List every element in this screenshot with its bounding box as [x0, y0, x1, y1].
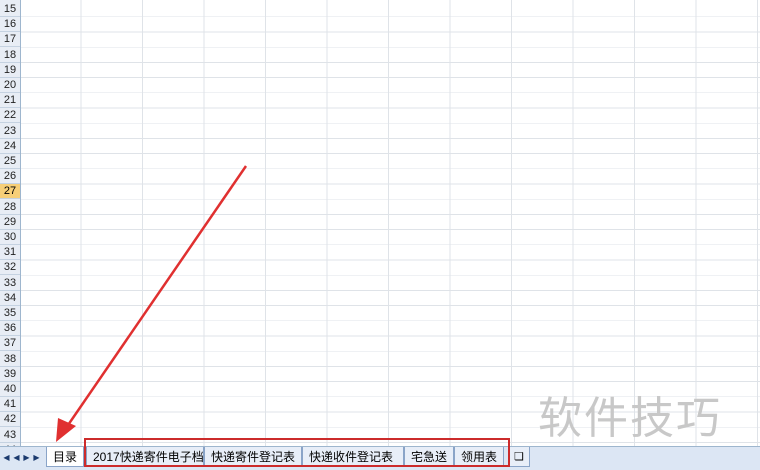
row-header[interactable]: 23: [0, 124, 20, 139]
row-header[interactable]: 35: [0, 306, 20, 321]
prev-sheet-icon[interactable]: ◀: [12, 452, 21, 463]
row-header[interactable]: 18: [0, 48, 20, 63]
sheet-tab-requisition[interactable]: 领用表: [454, 447, 504, 467]
sheet-tab-catalog[interactable]: 目录: [46, 447, 84, 467]
row-header[interactable]: 40: [0, 382, 20, 397]
watermark-text: 软件技巧: [538, 393, 722, 444]
row-header[interactable]: 33: [0, 276, 20, 291]
row-header[interactable]: 31: [0, 245, 20, 261]
row-header[interactable]: 39: [0, 367, 20, 382]
row-header[interactable]: 16: [0, 17, 20, 33]
worksheet-grid[interactable]: [0, 0, 760, 446]
sheet-tab-send-register[interactable]: 快递寄件登记表: [204, 447, 302, 467]
sheet-tab-receive-register[interactable]: 快递收件登记表: [302, 447, 404, 467]
row-header[interactable]: 26: [0, 169, 20, 185]
row-header[interactable]: 20: [0, 78, 20, 93]
row-header[interactable]: 41: [0, 397, 20, 413]
row-header[interactable]: 38: [0, 352, 20, 367]
row-header[interactable]: 15: [0, 2, 20, 17]
first-sheet-icon[interactable]: ◀: [2, 452, 11, 463]
row-header[interactable]: 19: [0, 63, 20, 78]
sheet-tab-zjs[interactable]: 宅急送: [404, 447, 454, 467]
row-headers: 15 16 17 18 19 20 21 22 23 24 25 26 27 28 29 30 31 32 33 34…: [0, 0, 21, 458]
sheet-tab-2017-express-archive[interactable]: 2017快递寄件电子档: [86, 447, 204, 467]
row-header[interactable]: 36: [0, 321, 20, 337]
row-header[interactable]: 24: [0, 139, 20, 154]
row-header[interactable]: 34: [0, 291, 20, 306]
row-header[interactable]: 22: [0, 108, 20, 124]
row-header[interactable]: 30: [0, 230, 20, 245]
row-header[interactable]: 43: [0, 428, 20, 443]
row-header[interactable]: 29: [0, 215, 20, 230]
sheet-tab-bar: ◀ ◀ ▶ ▶ 目录 2017快递寄件电子档 快递寄件登记表 快递收件登记表 宅…: [0, 446, 760, 470]
row-header[interactable]: 37: [0, 336, 20, 352]
row-header[interactable]: 17: [0, 32, 20, 48]
row-header[interactable]: 32: [0, 260, 20, 276]
row-header[interactable]: 42: [0, 412, 20, 428]
row-header[interactable]: 25: [0, 154, 20, 169]
next-sheet-icon[interactable]: ▶: [22, 452, 31, 463]
row-header[interactable]: 28: [0, 200, 20, 215]
row-header[interactable]: 27: [0, 184, 20, 200]
last-sheet-icon[interactable]: ▶: [32, 452, 41, 463]
new-sheet-icon[interactable]: ❏: [508, 447, 530, 467]
row-header[interactable]: 21: [0, 93, 20, 109]
